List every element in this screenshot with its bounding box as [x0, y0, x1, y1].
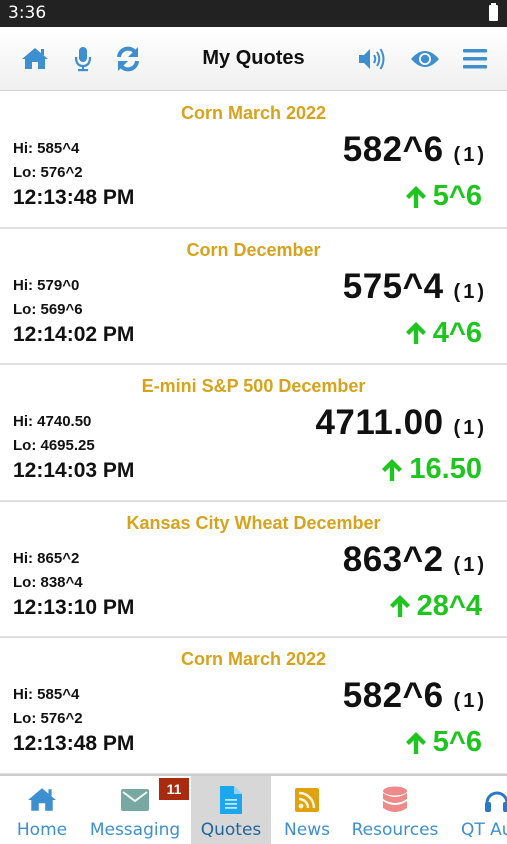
- quote-low: Lo: 4695.25: [13, 437, 95, 454]
- quote-name: E-mini S&P 500 December: [141, 376, 366, 396]
- quote-count: (1): [453, 417, 487, 439]
- quote-change: 28^4: [416, 589, 482, 622]
- nav-resources[interactable]: Resources: [348, 776, 442, 844]
- sound-button[interactable]: [356, 43, 388, 75]
- arrow-up-icon: [405, 185, 427, 209]
- quote-change: 5^6: [432, 180, 482, 212]
- quote-time: 12:13:10 PM: [13, 595, 135, 619]
- quote-card[interactable]: Corn March 2022 Hi: 585^4 Lo: 576^2 12:1…: [0, 638, 507, 774]
- status-time: 3:36: [8, 3, 47, 23]
- quote-name: Corn March 2022: [180, 103, 327, 123]
- nav-qt-audio[interactable]: QT Au: [456, 776, 507, 844]
- quote-price: 582^6: [342, 130, 444, 169]
- quote-low: Lo: 576^2: [13, 164, 83, 181]
- quote-time: 12:13:48 PM: [13, 186, 135, 209]
- nav-news-label: News: [284, 820, 330, 840]
- quote-price: 582^6: [342, 676, 444, 715]
- quote-change-group: 28^4: [389, 590, 482, 623]
- arrow-up-icon: [405, 321, 427, 345]
- quote-change: 4^6: [432, 316, 482, 349]
- battery-full-icon: [489, 3, 498, 21]
- bottom-nav: Home Messaging 11 Quotes News Resources …: [0, 774, 507, 844]
- menu-icon: [463, 49, 487, 69]
- unread-badge: 11: [159, 778, 189, 800]
- home-icon: [27, 785, 57, 815]
- quote-card[interactable]: Kansas City Wheat December Hi: 865^2 Lo:…: [0, 502, 507, 638]
- quote-card[interactable]: Corn March 2022 Hi: 585^4 Lo: 576^2 12:1…: [0, 92, 507, 229]
- quote-price: 863^2: [342, 539, 444, 579]
- quote-high: Hi: 579^0: [13, 276, 80, 294]
- quote-high: Hi: 585^4: [13, 140, 80, 157]
- quote-list[interactable]: Corn March 2022 Hi: 585^4 Lo: 576^2 12:1…: [0, 92, 507, 774]
- database-icon: [382, 785, 408, 815]
- quote-price-group: 4711.00 (1): [315, 403, 487, 443]
- quote-high: Hi: 585^4: [13, 686, 80, 703]
- quote-name: Corn December: [186, 239, 321, 260]
- quote-price: 4711.00: [315, 403, 444, 442]
- quote-price: 575^4: [342, 266, 444, 306]
- quote-price-group: 582^6 (1): [343, 676, 487, 716]
- eye-icon: [411, 51, 439, 67]
- nav-quotes-label: Quotes: [200, 820, 262, 840]
- quote-high: Hi: 865^2: [13, 549, 80, 567]
- quote-change: 16.50: [409, 453, 482, 485]
- view-button[interactable]: [409, 43, 441, 75]
- quote-count: (1): [453, 553, 487, 576]
- quote-name: Kansas City Wheat December: [126, 512, 381, 533]
- quote-change-group: 5^6: [405, 726, 482, 759]
- rss-icon: [295, 785, 319, 815]
- arrow-up-icon: [389, 594, 411, 618]
- quote-card[interactable]: Corn December Hi: 579^0 Lo: 569^6 12:14:…: [0, 229, 507, 365]
- headphones-icon: [484, 785, 507, 815]
- quote-price-group: 863^2 (1): [343, 540, 487, 580]
- quote-high: Hi: 4740.50: [13, 413, 92, 430]
- nav-qt-audio-label: QT Au: [461, 820, 507, 840]
- quote-card[interactable]: E-mini S&P 500 December Hi: 4740.50 Lo: …: [0, 365, 507, 502]
- quote-count: (1): [453, 144, 487, 166]
- arrow-up-icon: [381, 458, 403, 482]
- document-icon: [220, 785, 242, 815]
- volume-icon: [359, 48, 385, 70]
- nav-messaging-label: Messaging: [89, 820, 181, 840]
- quote-time: 12:14:02 PM: [13, 322, 135, 346]
- quote-price-group: 582^6 (1): [343, 130, 487, 170]
- nav-resources-label: Resources: [351, 820, 439, 840]
- nav-home-label: Home: [16, 820, 68, 840]
- quote-name: Corn March 2022: [180, 649, 327, 669]
- header-bar: My Quotes: [0, 27, 507, 91]
- quote-change-group: 4^6: [405, 317, 482, 350]
- envelope-icon: [121, 785, 149, 815]
- arrow-up-icon: [405, 731, 427, 755]
- quote-low: Lo: 569^6: [13, 300, 83, 318]
- quote-change-group: 5^6: [405, 180, 482, 213]
- nav-home[interactable]: Home: [10, 776, 74, 844]
- quote-change: 5^6: [432, 726, 482, 758]
- quote-time: 12:14:03 PM: [13, 459, 135, 482]
- quote-change-group: 16.50: [381, 453, 482, 486]
- nav-news[interactable]: News: [278, 776, 336, 844]
- nav-quotes[interactable]: Quotes: [191, 776, 271, 844]
- quote-count: (1): [453, 690, 487, 712]
- quote-low: Lo: 838^4: [13, 573, 83, 591]
- quote-price-group: 575^4 (1): [343, 267, 487, 307]
- quote-time: 12:13:48 PM: [13, 732, 135, 755]
- menu-button[interactable]: [459, 43, 491, 75]
- status-bar: 3:36: [0, 0, 507, 27]
- quote-low: Lo: 576^2: [13, 710, 83, 727]
- quote-count: (1): [453, 280, 487, 303]
